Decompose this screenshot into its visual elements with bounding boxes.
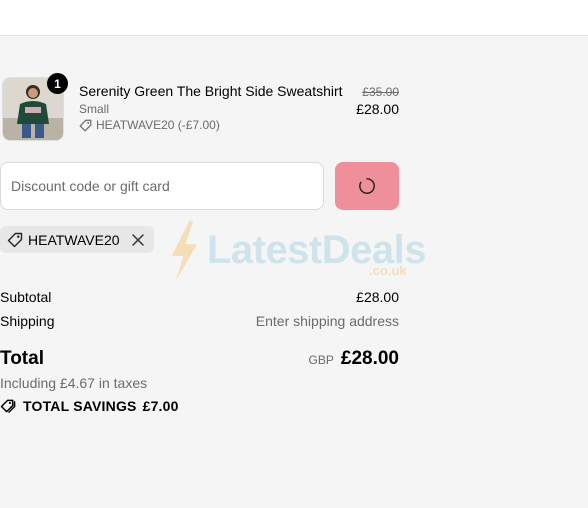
subtotal-label: Subtotal — [0, 289, 52, 305]
total-label: Total — [0, 348, 44, 369]
product-discount-text: HEATWAVE20 (-£7.00) — [96, 118, 220, 132]
line-price: £28.00 — [356, 101, 399, 117]
spinner-icon — [359, 178, 375, 194]
shipping-label: Shipping — [0, 313, 55, 329]
total-amount: GBP £28.00 — [309, 348, 399, 370]
savings-value: £7.00 — [142, 398, 179, 414]
watermark-domain: .co.uk — [369, 263, 407, 278]
discount-code-input[interactable] — [0, 162, 324, 210]
taxes-note: Including £4.67 in taxes — [0, 375, 148, 391]
original-price: £35.00 — [362, 85, 399, 99]
line-item: 1 Serenity Green The Bright Side Sweatsh… — [0, 73, 400, 142]
product-name: Serenity Green The Bright Side Sweatshir… — [79, 83, 343, 99]
tag-icon — [7, 232, 23, 247]
product-discount: HEATWAVE20 (-£7.00) — [79, 118, 220, 132]
apply-discount-button[interactable] — [335, 162, 399, 210]
shipping-value: Enter shipping address — [255, 313, 399, 329]
close-icon[interactable] — [131, 233, 145, 247]
watermark-brand: LatestDeals — [206, 228, 427, 272]
quantity-badge: 1 — [47, 73, 68, 94]
total-savings: TOTAL SAVINGS £7.00 — [0, 398, 179, 414]
product-variant: Small — [79, 102, 110, 116]
header-bar — [0, 0, 588, 36]
savings-label: TOTAL SAVINGS — [23, 398, 137, 414]
watermark-logo: LatestDeals .co.uk — [166, 218, 427, 288]
subtotal-value: £28.00 — [356, 289, 399, 305]
applied-code-text: HEATWAVE20 — [28, 231, 120, 248]
applied-code-chip: HEATWAVE20 — [0, 226, 154, 253]
tags-icon — [0, 399, 16, 413]
lightning-bolt-icon — [171, 220, 198, 282]
total-value: £28.00 — [340, 348, 399, 369]
tag-icon — [79, 119, 92, 131]
currency-code: GBP — [308, 353, 334, 367]
